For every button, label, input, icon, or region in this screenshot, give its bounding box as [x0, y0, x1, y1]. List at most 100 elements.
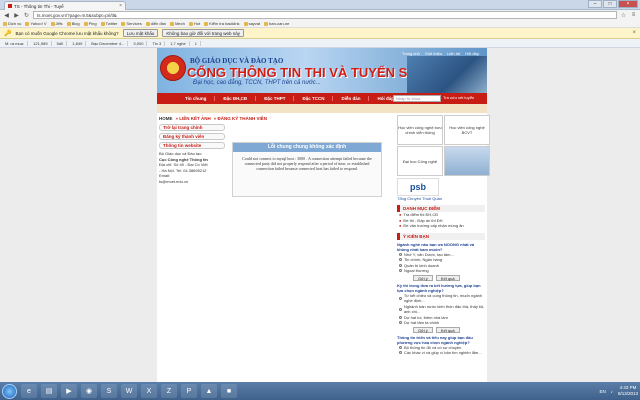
menu-item[interactable]: Đặc THPT [256, 96, 295, 101]
back-home-button[interactable]: Trở lại trang chính [159, 124, 225, 131]
poll-option[interactable]: Từ kết chiều và cùng thông tin, muốn ngà… [397, 293, 487, 304]
bookmark-item[interactable]: Mech [170, 21, 185, 26]
website-info-button[interactable]: Thông tin website [159, 142, 225, 149]
ftp-icon[interactable]: Z [161, 384, 177, 398]
back-icon[interactable]: ◀ [3, 12, 10, 19]
radio-button[interactable] [399, 307, 402, 311]
volume-icon[interactable]: ♪ [611, 389, 613, 394]
breadcrumb-item[interactable]: » LIÊN KẾT ẢNH [176, 116, 211, 121]
toolbar-item[interactable]: 1,849 [69, 40, 87, 46]
browser-tab[interactable]: TS - Thông tin Thi - Tuyể × [4, 1, 126, 10]
star-icon[interactable]: ☆ [620, 12, 627, 19]
radio-button[interactable] [399, 351, 402, 355]
maximize-button[interactable]: □ [603, 0, 617, 8]
radio-button[interactable] [399, 263, 402, 267]
toolbar-item[interactable]: 1,7 nghe [167, 40, 190, 46]
contact-email[interactable]: ts@moet.edu.vn [159, 179, 225, 185]
menu-icon[interactable]: ≡ [630, 12, 637, 19]
vote-button[interactable]: Gửi ý [413, 274, 433, 281]
menu-item[interactable]: Tin chung [177, 96, 216, 101]
language-indicator[interactable]: EN [599, 389, 605, 394]
excel-icon[interactable]: X [141, 384, 157, 398]
radio-button[interactable] [399, 269, 402, 273]
bookmarks-bar: Dịch vụ Yahoo! V Jiffs Blog Ping Twitter… [0, 20, 640, 28]
word-icon[interactable]: W [121, 384, 137, 398]
bookmark-item[interactable]: sayvat [244, 21, 261, 26]
toolbar-item[interactable]: Tin 3 [149, 40, 166, 46]
clock[interactable]: 4:43 PM 8/13/2013 [618, 385, 638, 397]
vlc-icon[interactable]: ▲ [201, 384, 217, 398]
infobar-close-icon[interactable]: × [632, 30, 636, 36]
menu-item[interactable]: Diễn đàn [333, 96, 370, 101]
start-button[interactable] [2, 383, 17, 399]
toolbar-item[interactable]: 1 [192, 40, 201, 46]
register-button[interactable]: Đăng ký thành viên [159, 133, 225, 140]
app-icon[interactable]: ■ [221, 384, 237, 398]
never-save-button[interactable]: Không bao giờ đối với trang web này [162, 29, 245, 37]
radio-button[interactable] [399, 258, 402, 262]
chrome-icon[interactable]: ◉ [81, 384, 97, 398]
poll-option[interactable]: Nghành bản nước kiến thôn đấu thà, thấy … [397, 304, 487, 315]
bookmark-item[interactable]: Twitter [101, 21, 118, 26]
poll-option[interactable]: Dự hat tăm ta chinh [397, 320, 487, 326]
bookmark-item[interactable]: diễn đàn [146, 21, 166, 26]
skype-icon[interactable]: S [101, 384, 117, 398]
breadcrumb-home[interactable]: HOME [159, 116, 173, 121]
results-button[interactable]: Kết quả [435, 326, 460, 333]
ie-icon[interactable]: e [21, 384, 37, 398]
ad-banner[interactable] [444, 146, 490, 176]
poll-option-label: Ngoại thương [404, 268, 429, 273]
radio-button[interactable] [399, 345, 402, 349]
toolbar-item[interactable]: Bạc December 4... [88, 40, 129, 46]
ad-banner[interactable]: Đại học Công nghệ [397, 146, 443, 176]
poll-option[interactable]: Các khác vì và giúp vì bận tìm nghiên lắ… [397, 350, 487, 356]
tab-close-icon[interactable]: × [119, 3, 122, 9]
main-menu: Tin chung Đặc ĐH,CĐ Đặc THPT Đặc TCCN Di… [157, 93, 487, 104]
toolbar-item[interactable]: 5d0 [54, 40, 68, 46]
breadcrumb-item[interactable]: » ĐĂNG KÝ THÀNH VIÊN [214, 116, 267, 121]
tab-title: TS - Thông tin Thi - Tuyể [14, 3, 64, 9]
bookmark-item[interactable]: Ping [84, 21, 97, 26]
media-icon[interactable]: ▶ [61, 384, 77, 398]
panel-link-label: Đề văn trường cấp nhận mùng ăn [403, 223, 464, 228]
minimize-button[interactable]: – [588, 0, 602, 8]
ad-caption: Học viện công nghệ bưu chính viễn thông [398, 125, 442, 135]
bookmark-item[interactable]: Dịch vụ [3, 21, 21, 26]
radio-button[interactable] [399, 321, 402, 325]
radio-button[interactable] [399, 296, 402, 300]
results-button[interactable]: Kết quả [435, 274, 460, 281]
url-input[interactable]: ts.moet.gov.vn/?page=9.5&subpt=pri/tl& [33, 11, 617, 19]
close-window-button[interactable]: × [618, 0, 638, 8]
psb-ad[interactable]: psb [397, 178, 439, 196]
toolbar-item[interactable]: 121,989 [30, 40, 52, 46]
ad-banner[interactable]: Học viện công nghệ bưu chính viễn thông [397, 115, 443, 145]
menu-item[interactable]: Đặc TCCN [294, 96, 334, 101]
sub-bar [157, 104, 487, 113]
radio-button[interactable] [399, 252, 402, 256]
forward-icon[interactable]: ▶ [13, 12, 20, 19]
bookmark-item[interactable]: Jiffs [51, 21, 63, 26]
bookmark-item[interactable]: Yahoo! V [25, 21, 46, 26]
bookmark-item[interactable]: Kiểm tra backlink [204, 21, 239, 26]
toolbar-item[interactable]: 3,000 [130, 40, 148, 46]
radio-button[interactable] [399, 315, 402, 319]
save-password-infobar: 🔑 Bạn có muốn Google Chrome lưu mật khẩu… [0, 28, 640, 39]
menu-item[interactable]: Đặc ĐH,CĐ [215, 96, 257, 101]
search-button[interactable]: Tra cứu xét tuyển [443, 95, 474, 100]
bookmark-item[interactable]: Blog [67, 21, 80, 26]
folder-icon[interactable]: ▤ [41, 384, 57, 398]
photoshop-icon[interactable]: P [181, 384, 197, 398]
ad-banner[interactable]: Học viện công nghệ BCVT [444, 115, 490, 145]
save-password-button[interactable]: Lưu mật khẩu [122, 29, 159, 37]
banner-photo [407, 56, 487, 93]
bookmark-item[interactable]: Hot [189, 21, 200, 26]
toolbar-item[interactable]: M: ra mua: [2, 40, 29, 46]
panel-link[interactable]: ● Đề văn trường cấp nhận mùng ăn [397, 223, 487, 229]
search-input[interactable]: Nhập từ khóa [393, 95, 441, 102]
bookmark-item[interactable]: Services [121, 21, 141, 26]
bookmark-item[interactable]: ban-can-ne [264, 21, 289, 26]
poll-option[interactable]: Ngoại thương [397, 268, 487, 274]
vote-button[interactable]: Gửi ý [413, 326, 433, 333]
reload-icon[interactable]: ↻ [23, 12, 30, 19]
page-viewport: Trang chủ Giới thiệu Liên hệ Hỏi đáp BỘ … [0, 48, 640, 382]
